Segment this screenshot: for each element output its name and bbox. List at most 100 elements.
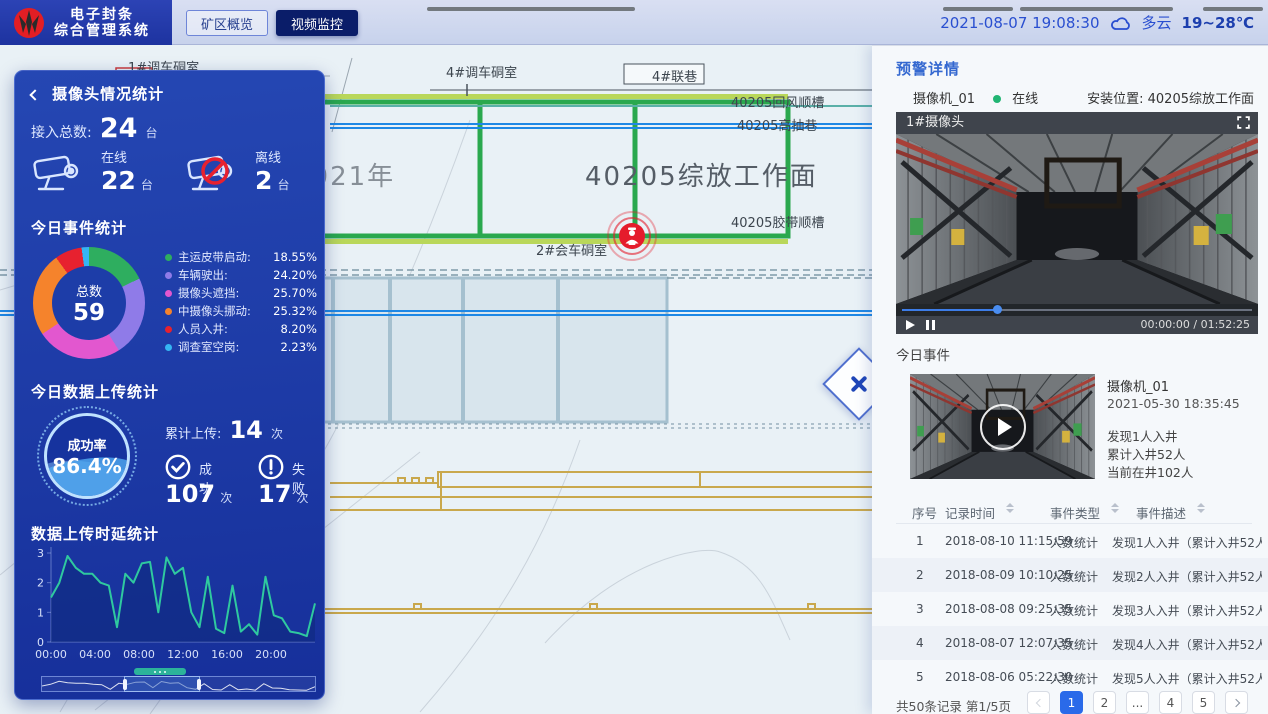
install-value: 40205综放工作面 — [1148, 92, 1254, 107]
col-desc: 事件描述 — [1136, 503, 1186, 522]
cell: 2 — [916, 568, 924, 582]
cell: 4 — [916, 636, 924, 650]
slider-handle-left[interactable] — [123, 679, 127, 690]
fail-unit: 次 — [297, 491, 309, 505]
fullscreen-icon[interactable] — [1237, 116, 1250, 129]
sort-icon[interactable] — [1006, 503, 1014, 513]
header-status: 2021-08-07 19:08:30 多云 19~28℃ — [940, 0, 1254, 45]
player-titlebar: 1#摄像头 — [896, 112, 1258, 134]
sort-icon[interactable] — [1111, 503, 1119, 513]
cell: 发现1人入井（累计入井52人... — [1112, 534, 1262, 551]
alert-panel-title: 预警详情 — [896, 58, 960, 79]
access-total: 接入总数: 24 台 — [31, 113, 158, 144]
pause-icon[interactable] — [926, 320, 935, 330]
table-row[interactable]: 42018-08-07 12:07:35人数统计发现4人入井（累计入井52人..… — [872, 626, 1268, 660]
legend-dot — [165, 326, 172, 333]
camera-name: 摄像机_01 — [913, 88, 975, 107]
status-dot — [993, 95, 1001, 103]
app-title-line2: 综合管理系统 — [54, 23, 150, 39]
sort-icon[interactable] — [1197, 503, 1205, 513]
legend-item: 调查室空岗:2.23% — [165, 338, 317, 356]
event-play-overlay[interactable] — [910, 374, 1095, 479]
cumulative-uploads: 累计上传: 14 次 — [165, 416, 283, 444]
chart-zoom-slider[interactable] — [41, 676, 316, 692]
slider-grip[interactable] — [134, 668, 186, 675]
header: 电子封条 综合管理系统 矿区概览 视频监控 2021-08-07 19:08:3… — [0, 0, 1268, 45]
fail-value: 17 — [258, 480, 291, 508]
offline-cameras: 离线 2 台 — [183, 145, 333, 203]
page-button-4[interactable]: 4 — [1159, 691, 1182, 714]
success-value: 107 — [165, 480, 215, 508]
online-value: 22 — [101, 166, 136, 195]
table-row[interactable]: 32018-08-08 09:25:35人数统计发现3人入井（累计入井52人..… — [872, 592, 1268, 626]
page-button-1[interactable]: 1 — [1060, 691, 1083, 714]
video-progress-bar[interactable] — [896, 304, 1258, 316]
prev-page-button[interactable] — [1027, 691, 1050, 714]
success-check-icon — [165, 454, 191, 480]
cell: 人数统计 — [1050, 602, 1098, 619]
online-cameras: 在线 22 台 — [29, 145, 179, 203]
player-controls: 00:00:00 / 01:52:25 — [896, 316, 1258, 334]
gauge-value: 86.4% — [52, 454, 121, 478]
col-type: 事件类型 — [1050, 503, 1100, 522]
progress-knob[interactable] — [993, 305, 1002, 314]
video-frame[interactable] — [896, 134, 1258, 304]
cell: 人数统计 — [1050, 670, 1098, 687]
cell: 5 — [916, 670, 924, 684]
slider-handle-right[interactable] — [197, 679, 201, 690]
event-desc-line: 累计入井52人 — [1107, 444, 1185, 463]
video-player: 1#摄像头 00:00:00 / 01:52:25 — [896, 112, 1258, 334]
event-table: 12018-08-10 11:15:59人数统计发现1人入井（累计入井52人..… — [872, 524, 1268, 694]
app-root: 1#调车硐室2#调车硐室4#调车硐室4#联巷40205回风顺槽40205高抽巷2… — [0, 0, 1268, 714]
svg-text:16:00: 16:00 — [211, 648, 243, 661]
table-row[interactable]: 52018-08-06 05:22:30人数统计发现5人入井（累计入井52人..… — [872, 660, 1268, 694]
nav-video-monitor[interactable]: 视频监控 — [276, 10, 358, 36]
events-section-title: 今日事件统计 — [31, 217, 127, 238]
access-total-unit: 台 — [145, 126, 157, 140]
event-desc-line: 发现1人入井 — [1107, 426, 1177, 445]
next-page-button[interactable] — [1225, 691, 1248, 714]
fail-exclamation-icon — [258, 454, 284, 480]
progress-fill — [902, 309, 997, 311]
back-icon[interactable] — [29, 89, 40, 100]
logo-icon — [12, 6, 46, 40]
camera-icon — [29, 149, 93, 197]
app-title-line1: 电子封条 — [54, 7, 150, 23]
install-label: 安装位置: — [1087, 92, 1143, 107]
page-ellipsis[interactable]: ... — [1126, 691, 1149, 714]
page-button-2[interactable]: 2 — [1093, 691, 1116, 714]
cell: 3 — [916, 602, 924, 616]
weather-cloud-icon — [1110, 15, 1132, 31]
access-total-label: 接入总数: — [31, 125, 92, 141]
offline-label: 离线 — [255, 147, 290, 166]
brand-block: 电子封条 综合管理系统 — [0, 0, 172, 45]
table-row[interactable]: 22018-08-09 10:10:25人数统计发现2人入井（累计入井52人..… — [872, 558, 1268, 592]
svg-text:04:00: 04:00 — [79, 648, 111, 661]
legend-item: 中摄像头挪动:25.32% — [165, 302, 317, 320]
play-icon[interactable] — [906, 320, 915, 330]
cell: 人数统计 — [1050, 636, 1098, 653]
offline-value: 2 — [255, 166, 272, 195]
camera-stats-panel: 摄像头情况统计 接入总数: 24 台 在线 22 台 离线 2 台 — [14, 70, 325, 700]
status-text: 在线 — [1012, 92, 1038, 107]
success-rate-gauge: 成功率 86.4% — [37, 406, 137, 506]
page-button-5[interactable]: 5 — [1192, 691, 1215, 714]
camera-status: 在线 — [993, 88, 1038, 107]
install-location: 安装位置: 40205综放工作面 — [1087, 88, 1254, 107]
play-circle-icon — [980, 404, 1026, 450]
table-row[interactable]: 12018-08-10 11:15:59人数统计发现1人入井（累计入井52人..… — [872, 524, 1268, 558]
online-label: 在线 — [101, 147, 153, 166]
latency-line-chart: 012300:0004:0008:0012:0016:0020:00 — [23, 539, 323, 671]
pagination-summary: 共50条记录 第1/5页 — [896, 696, 1011, 714]
upload-section-title: 今日数据上传统计 — [31, 381, 159, 402]
donut-center-value: 59 — [73, 300, 105, 326]
svg-text:2: 2 — [37, 577, 44, 590]
event-time: 2021-05-30 18:35:45 — [1107, 396, 1240, 411]
donut-legend: 主运皮带启动:18.55%车辆驶出:24.20%摄像头遮挡:25.70%中摄像头… — [165, 248, 317, 356]
panel-title: 摄像头情况统计 — [52, 85, 164, 103]
nav-mine-overview[interactable]: 矿区概览 — [186, 10, 268, 36]
svg-text:20:00: 20:00 — [255, 648, 287, 661]
svg-text:3: 3 — [37, 547, 44, 560]
slider-window[interactable] — [124, 676, 200, 692]
camera-offline-icon — [183, 149, 247, 197]
